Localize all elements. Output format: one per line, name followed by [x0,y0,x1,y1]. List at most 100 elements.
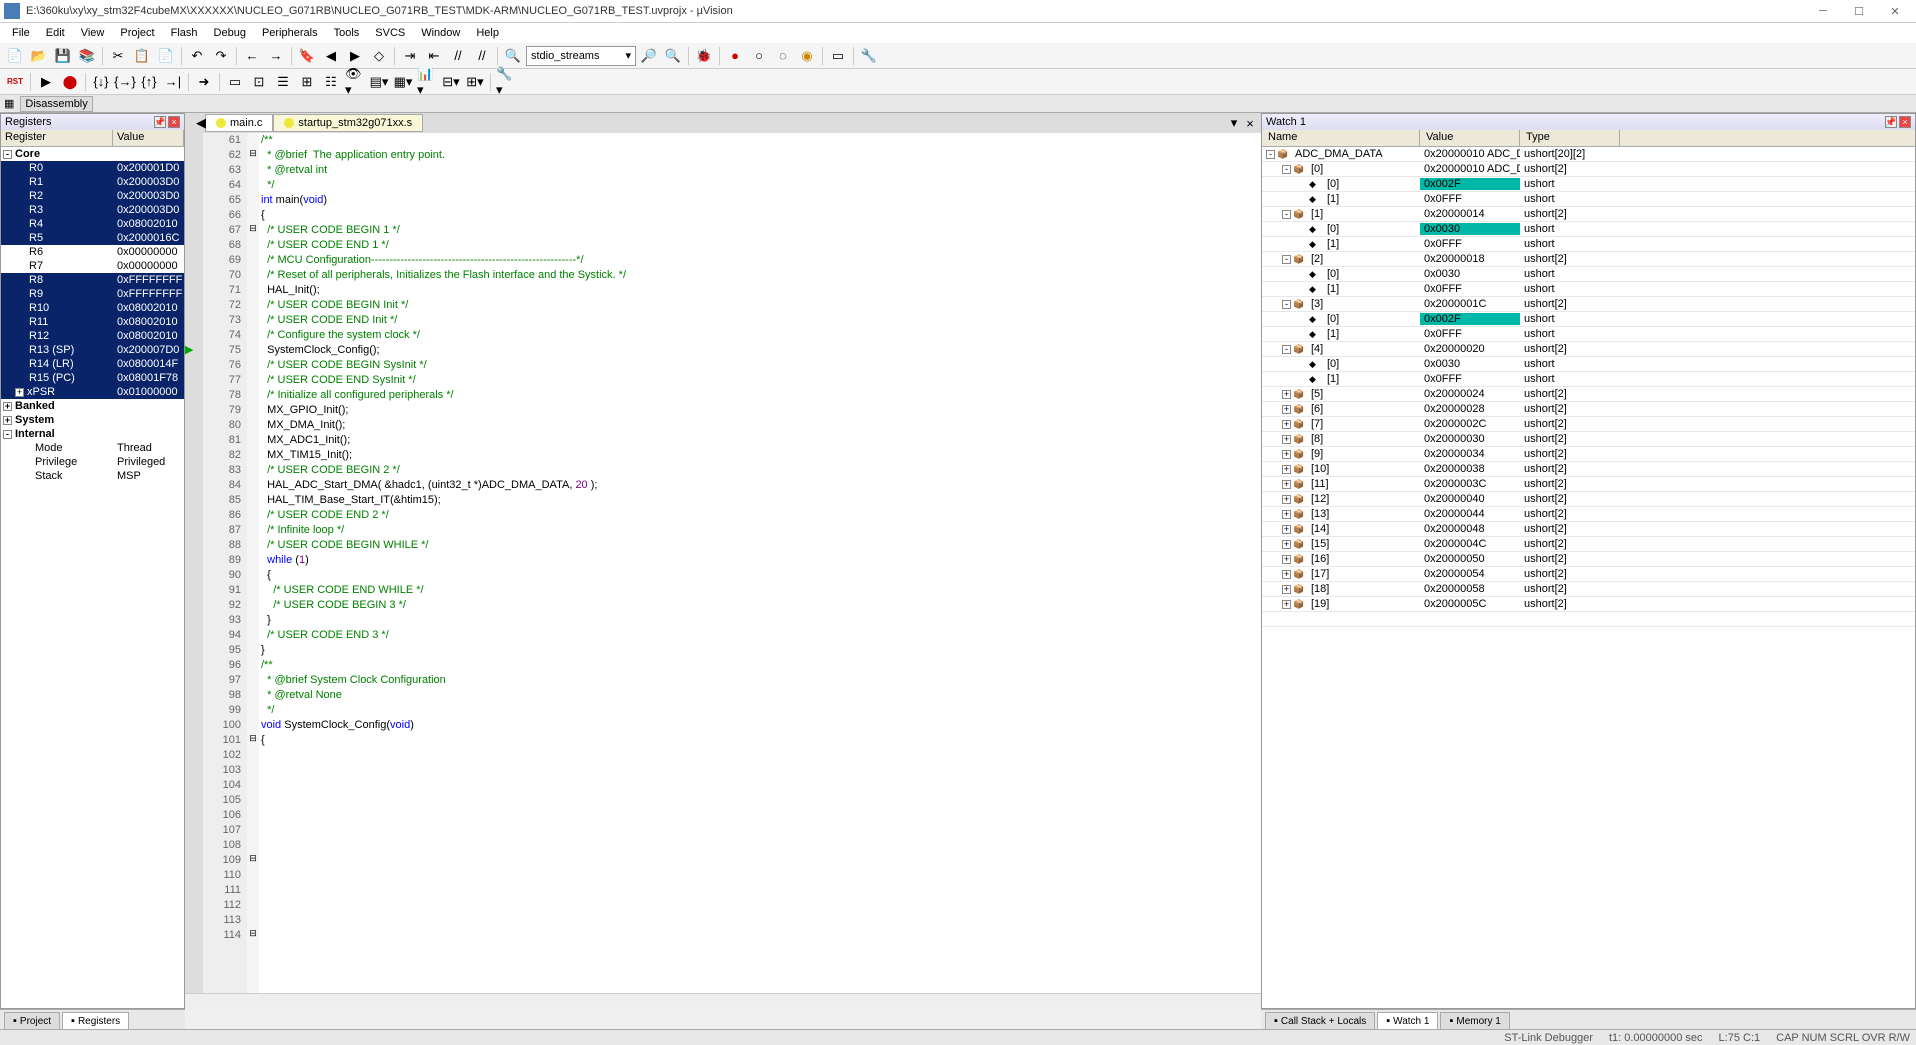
watch-row[interactable]: +📦[14]0x20000048ushort[2] [1262,522,1915,537]
watch-row[interactable]: +📦[11]0x2000003Cushort[2] [1262,477,1915,492]
panel-close-button[interactable]: × [1899,116,1911,128]
menu-peripherals[interactable]: Peripherals [256,25,324,41]
serial-window-button[interactable]: ▦▾ [392,71,414,93]
breakpoint-enable-button[interactable]: ○ [748,45,770,67]
nav-forward-button[interactable]: → [265,45,287,67]
configure-button[interactable]: 🔧 [858,45,880,67]
symbol-window-button[interactable]: ☰ [272,71,294,93]
breakpoint-insert-button[interactable]: ● [724,45,746,67]
watch-list[interactable]: -📦ADC_DMA_DATA0x20000010 ADC_DM...ushort… [1262,147,1915,1008]
stop-button[interactable]: ⬤ [59,71,81,93]
system-viewer-button[interactable]: ⊞▾ [464,71,486,93]
watch-row[interactable]: +📦[13]0x20000044ushort[2] [1262,507,1915,522]
disassembly-panel-collapsed[interactable]: ▦Disassembly [0,95,1916,113]
code-editor[interactable]: ▶ 61626364656667686970717273747576777879… [185,133,1261,993]
menu-edit[interactable]: Edit [40,25,71,41]
watch-row[interactable]: ◆[0]0x0030ushort [1262,222,1915,237]
find-in-files-button[interactable]: 🔍 [502,45,524,67]
step-over-button[interactable]: {→} [114,71,136,93]
menu-debug[interactable]: Debug [208,25,252,41]
register-row[interactable]: R60x00000000 [1,245,184,259]
panel-pin-button[interactable]: 📌 [154,116,166,128]
registers-window-button[interactable]: ⊞ [296,71,318,93]
bottom-tab-call-stack-locals[interactable]: ▪Call Stack + Locals [1265,1012,1375,1029]
register-row[interactable]: R90xFFFFFFFF [1,287,184,301]
register-row[interactable]: R70x00000000 [1,259,184,273]
watch-row[interactable]: -📦ADC_DMA_DATA0x20000010 ADC_DM...ushort… [1262,147,1915,162]
incremental-find-button[interactable]: 🔍 [662,45,684,67]
watch-row[interactable]: -📦[0]0x20000010 ADC_DM...ushort[2] [1262,162,1915,177]
step-into-button[interactable]: {↓} [90,71,112,93]
register-row[interactable]: +System [1,413,184,427]
tab-dropdown-button[interactable]: ▾ [1227,116,1241,130]
bookmark-button[interactable]: 🔖 [296,45,318,67]
undo-button[interactable]: ↶ [186,45,208,67]
close-button[interactable]: ✕ [1878,1,1912,21]
watch-row[interactable]: -📦[1]0x20000014ushort[2] [1262,207,1915,222]
watch-row[interactable]: +📦[16]0x20000050ushort[2] [1262,552,1915,567]
reset-button[interactable]: RST [4,71,26,93]
nav-back-button[interactable]: ← [241,45,263,67]
comment-button[interactable]: // [447,45,469,67]
menu-help[interactable]: Help [470,25,505,41]
disassembly-window-button[interactable]: ⊡ [248,71,270,93]
register-row[interactable]: StackMSP [1,469,184,483]
register-row[interactable]: R50x2000016C [1,231,184,245]
watch-row[interactable]: +📦[5]0x20000024ushort[2] [1262,387,1915,402]
trace-window-button[interactable]: ⊟▾ [440,71,462,93]
panel-close-button[interactable]: × [168,116,180,128]
register-row[interactable]: -Core [1,147,184,161]
step-out-button[interactable]: {↑} [138,71,160,93]
find-combo[interactable]: stdio_streams▾ [526,46,636,66]
uncomment-button[interactable]: // [471,45,493,67]
menu-svcs[interactable]: SVCS [369,25,411,41]
watch-row[interactable]: -📦[3]0x2000001Cushort[2] [1262,297,1915,312]
window-tile-button[interactable]: ▭ [827,45,849,67]
watch-row[interactable]: +📦[15]0x2000004Cushort[2] [1262,537,1915,552]
editor-horizontal-scrollbar[interactable] [185,993,1261,1009]
watch-row[interactable]: +📦[7]0x2000002Cushort[2] [1262,417,1915,432]
run-to-cursor-button[interactable]: →| [162,71,184,93]
breakpoint-kill-button[interactable]: ◉ [796,45,818,67]
new-file-button[interactable]: 📄 [4,45,26,67]
tab-close-button[interactable]: × [1243,116,1257,130]
register-row[interactable]: -Internal [1,427,184,441]
watch-row[interactable]: ◆[0]0x0030ushort [1262,267,1915,282]
watch-row[interactable]: +📦[18]0x20000058ushort[2] [1262,582,1915,597]
watch-row[interactable]: ◆[1]0x0FFFushort [1262,282,1915,297]
watch-row[interactable]: ◆[1]0x0FFFushort [1262,237,1915,252]
cut-button[interactable]: ✂ [107,45,129,67]
watch-row[interactable]: +📦[6]0x20000028ushort[2] [1262,402,1915,417]
watch-row[interactable]: +📦[17]0x20000054ushort[2] [1262,567,1915,582]
paste-button[interactable]: 📄 [155,45,177,67]
menu-flash[interactable]: Flash [165,25,204,41]
register-row[interactable]: R14 (LR)0x0800014F [1,357,184,371]
bookmark-prev-button[interactable]: ◀ [320,45,342,67]
watch-row[interactable]: +📦[12]0x20000040ushort[2] [1262,492,1915,507]
watch-row[interactable]: -📦[4]0x20000020ushort[2] [1262,342,1915,357]
find-button[interactable]: 🔎 [638,45,660,67]
watch-row[interactable]: ◆[1]0x0FFFushort [1262,327,1915,342]
registers-list[interactable]: -CoreR00x200001D0R10x200003D0R20x200003D… [1,147,184,1008]
register-row[interactable]: R40x08002010 [1,217,184,231]
watch-row[interactable]: ◆[0]0x002Fushort [1262,177,1915,192]
watch-row[interactable]: ◆[0]0x002Fushort [1262,312,1915,327]
bottom-tab-registers[interactable]: ▪Registers [62,1012,129,1029]
command-window-button[interactable]: ▭ [224,71,246,93]
register-row[interactable]: R20x200003D0 [1,189,184,203]
register-row[interactable]: R110x08002010 [1,315,184,329]
watch-row[interactable]: ◆[0]0x0030ushort [1262,357,1915,372]
watch-row[interactable]: ◆[1]0x0FFFushort [1262,372,1915,387]
redo-button[interactable]: ↷ [210,45,232,67]
register-row[interactable]: ModeThread [1,441,184,455]
indent-button[interactable]: ⇥ [399,45,421,67]
register-row[interactable]: R80xFFFFFFFF [1,273,184,287]
register-row[interactable]: R120x08002010 [1,329,184,343]
bottom-tab-project[interactable]: ▪Project [4,1012,60,1029]
outdent-button[interactable]: ⇤ [423,45,445,67]
debug-button[interactable]: 🐞 [693,45,715,67]
memory-window-button[interactable]: ▤▾ [368,71,390,93]
menu-file[interactable]: File [6,25,36,41]
toolbox-button[interactable]: 🔧▾ [495,71,517,93]
open-file-button[interactable]: 📂 [28,45,50,67]
